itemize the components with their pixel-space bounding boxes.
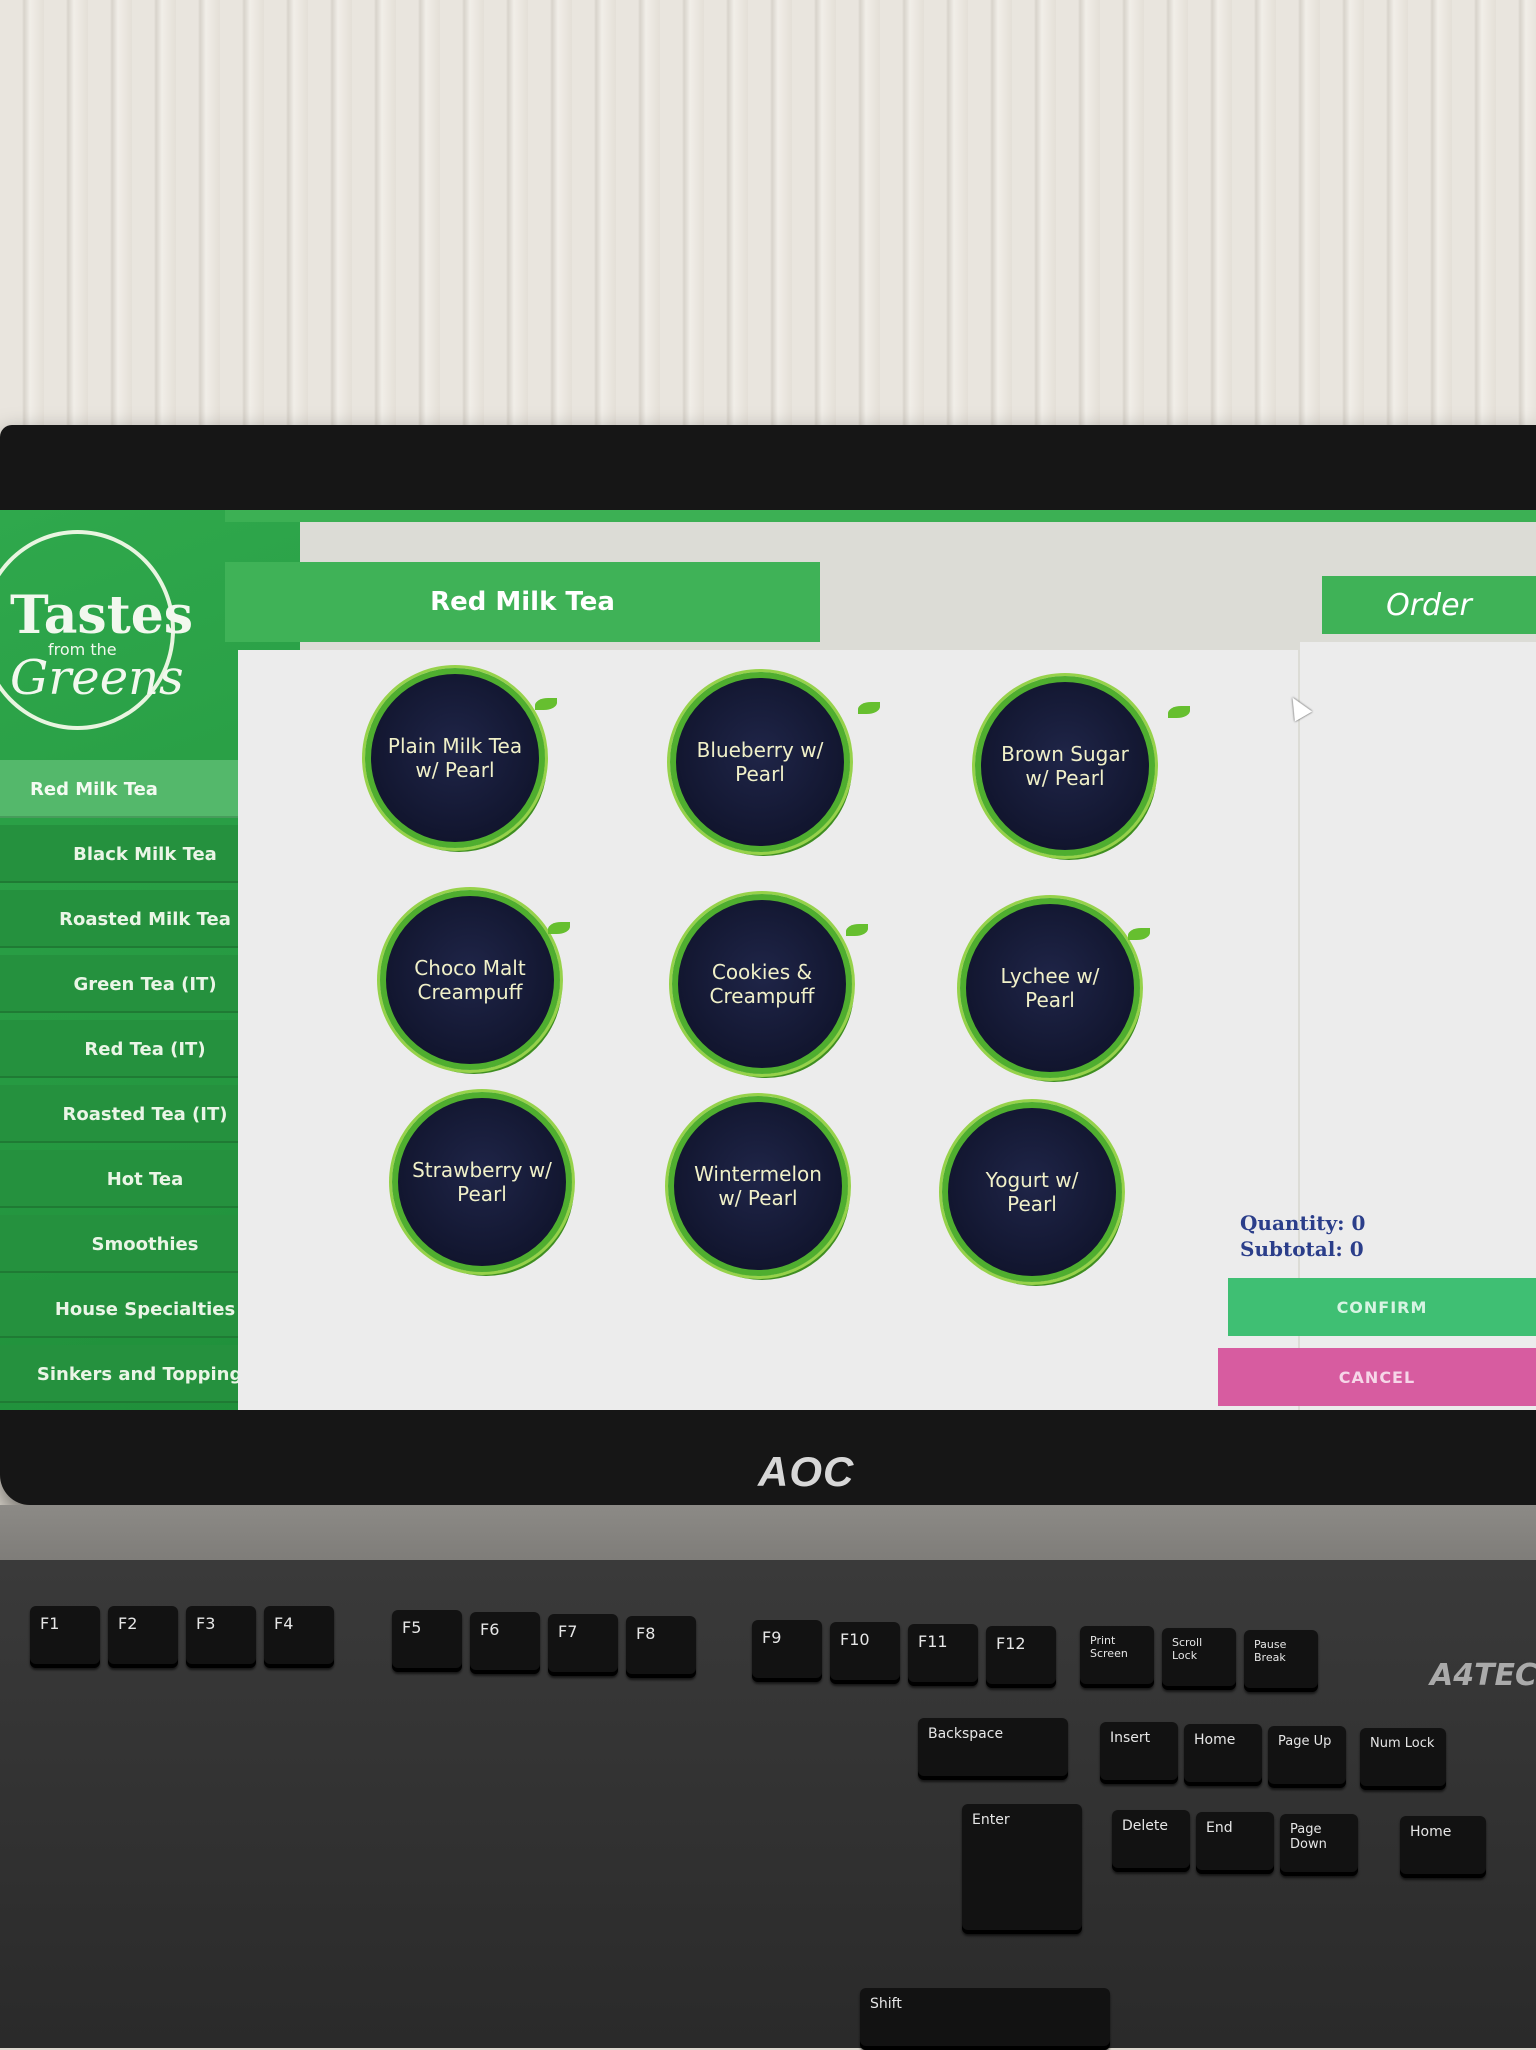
logo-text-tastes: Tastes bbox=[10, 585, 194, 646]
wall-background bbox=[0, 0, 1536, 460]
product-yogurt-w-pearl[interactable]: Yogurt w/ Pearl bbox=[942, 1102, 1122, 1282]
key-f4[interactable]: F4 bbox=[264, 1606, 334, 1668]
order-title: Order bbox=[1322, 576, 1536, 634]
quantity-label: Quantity: 0 bbox=[1240, 1211, 1366, 1235]
key-enter[interactable]: Enter bbox=[962, 1804, 1082, 1934]
keyboard: F1 F2 F3 F4 F5 F6 F7 F8 F9 F10 F11 F12 P… bbox=[0, 1560, 1536, 2050]
product-blueberry-w-pearl[interactable]: Blueberry w/ Pearl bbox=[670, 672, 850, 852]
cancel-button[interactable]: CANCEL bbox=[1218, 1348, 1536, 1406]
pos-screen: Tastes from the Greens Red Milk Tea Blac… bbox=[0, 510, 1536, 1410]
monitor-brand-logo: AOC bbox=[758, 1448, 855, 1495]
key-f11[interactable]: F11 bbox=[908, 1624, 978, 1686]
category-title: Red Milk Tea bbox=[225, 562, 820, 642]
product-cookies-creampuff[interactable]: Cookies & Creampuff bbox=[672, 894, 852, 1074]
key-f5[interactable]: F5 bbox=[392, 1610, 462, 1672]
key-home[interactable]: Home bbox=[1184, 1724, 1262, 1786]
key-page-up[interactable]: Page Up bbox=[1268, 1726, 1346, 1788]
key-f3[interactable]: F3 bbox=[186, 1606, 256, 1668]
key-f6[interactable]: F6 bbox=[470, 1612, 540, 1674]
key-f7[interactable]: F7 bbox=[548, 1614, 618, 1676]
key-delete[interactable]: Delete bbox=[1112, 1810, 1190, 1872]
key-backspace[interactable]: Backspace bbox=[918, 1718, 1068, 1780]
top-bar bbox=[225, 510, 1536, 522]
key-f12[interactable]: F12 bbox=[986, 1626, 1056, 1688]
key-page-down[interactable]: Page Down bbox=[1280, 1814, 1358, 1876]
product-strawberry-w-pearl[interactable]: Strawberry w/ Pearl bbox=[392, 1092, 572, 1272]
logo-text-greens: Greens bbox=[10, 650, 184, 706]
key-numpad-7-home[interactable]: Home bbox=[1400, 1816, 1486, 1878]
key-f10[interactable]: F10 bbox=[830, 1622, 900, 1684]
key-print-screen[interactable]: Print Screen bbox=[1080, 1626, 1154, 1688]
key-scroll-lock[interactable]: Scroll Lock bbox=[1162, 1628, 1236, 1690]
subtotal-label: Subtotal: 0 bbox=[1240, 1237, 1364, 1261]
order-summary: Quantity: 0 Subtotal: 0 bbox=[1240, 1210, 1365, 1262]
product-wintermelon-w-pearl[interactable]: Wintermelon w/ Pearl bbox=[668, 1096, 848, 1276]
product-brown-sugar-w-pearl[interactable]: Brown Sugar w/ Pearl bbox=[975, 676, 1155, 856]
product-choco-malt-creampuff[interactable]: Choco Malt Creampuff bbox=[380, 890, 560, 1070]
key-insert[interactable]: Insert bbox=[1100, 1722, 1178, 1784]
product-lychee-w-pearl[interactable]: Lychee w/ Pearl bbox=[960, 898, 1140, 1078]
key-num-lock[interactable]: Num Lock bbox=[1360, 1728, 1446, 1790]
key-f1[interactable]: F1 bbox=[30, 1606, 100, 1668]
key-end[interactable]: End bbox=[1196, 1812, 1274, 1874]
confirm-button[interactable]: CONFIRM bbox=[1228, 1278, 1536, 1336]
key-f2[interactable]: F2 bbox=[108, 1606, 178, 1668]
key-pause-break[interactable]: Pause Break bbox=[1244, 1630, 1318, 1692]
key-f9[interactable]: F9 bbox=[752, 1620, 822, 1682]
product-plain-milk-tea-w-pearl[interactable]: Plain Milk Tea w/ Pearl bbox=[365, 668, 545, 848]
key-shift[interactable]: Shift bbox=[860, 1988, 1110, 2050]
key-f8[interactable]: F8 bbox=[626, 1616, 696, 1678]
keyboard-brand-logo: A4TEC bbox=[1430, 1658, 1536, 1693]
